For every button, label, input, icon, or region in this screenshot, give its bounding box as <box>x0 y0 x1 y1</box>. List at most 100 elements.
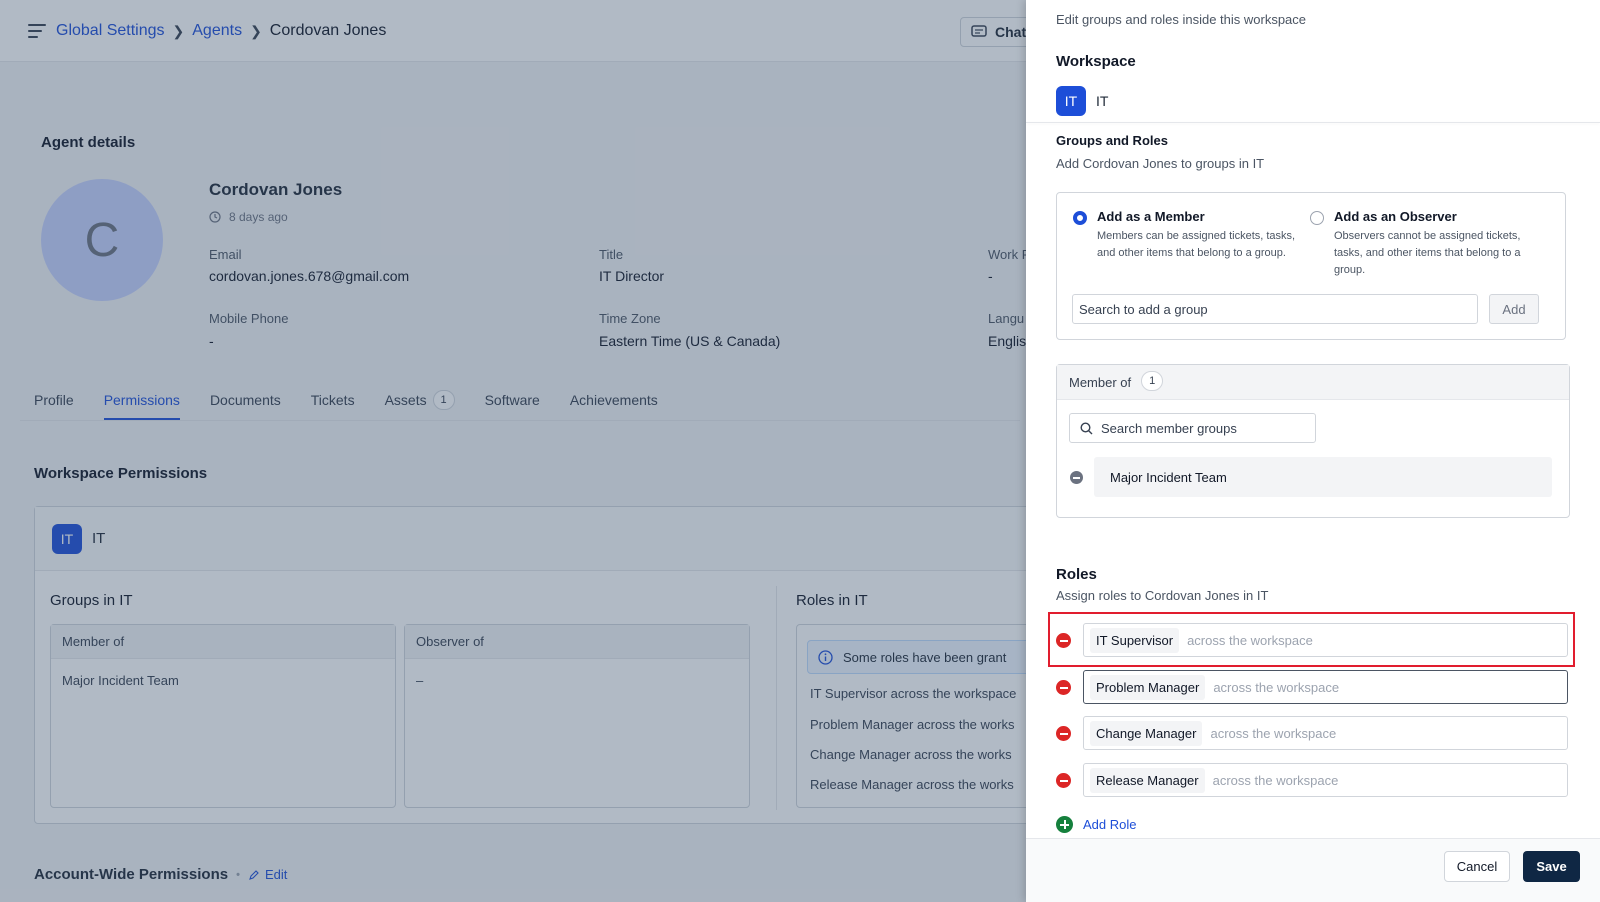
cancel-button[interactable]: Cancel <box>1444 851 1510 882</box>
role-line: IT Supervisor across the workspace <box>810 686 1017 701</box>
member-group-item: Major Incident Team <box>1094 457 1552 497</box>
member-count-badge: 1 <box>1141 371 1164 391</box>
member-option-title: Add as a Member <box>1097 209 1205 224</box>
role-chip: Change Manager <box>1090 720 1203 746</box>
tab-label: Profile <box>34 392 74 408</box>
edit-label: Edit <box>264 867 288 882</box>
tab-software[interactable]: Software <box>485 380 540 420</box>
info-icon <box>818 649 833 665</box>
workspace-name: IT <box>1096 93 1109 109</box>
language-value: Englis <box>988 333 1027 349</box>
menu-icon[interactable] <box>28 24 46 38</box>
roles-info-banner: Some roles have been grant <box>807 640 1047 674</box>
member-search-input[interactable]: Search member groups <box>1069 413 1316 443</box>
role-input[interactable]: Release Manager across the workspace <box>1083 763 1568 797</box>
remove-role-icon[interactable] <box>1056 680 1071 695</box>
role-row: Change Manager across the workspace <box>1056 716 1568 750</box>
role-chip: Release Manager <box>1090 767 1205 793</box>
timezone-label: Time Zone <box>599 311 661 326</box>
breadcrumb-global-settings[interactable]: Global Settings <box>56 22 165 40</box>
role-input[interactable]: IT Supervisor across the workspace <box>1083 623 1568 657</box>
chevron-right-icon: ❯ <box>172 22 185 39</box>
roles-title: Roles <box>1056 566 1097 583</box>
role-scope: across the workspace <box>1213 679 1340 695</box>
workspace-title: Workspace <box>1056 53 1136 70</box>
member-of-label: Member of <box>1069 374 1132 390</box>
role-row: Problem Manager across the workspace <box>1056 670 1568 704</box>
edit-account-permissions-link[interactable]: Edit <box>248 867 287 882</box>
remove-role-icon[interactable] <box>1056 726 1071 741</box>
tab-profile[interactable]: Profile <box>34 380 74 420</box>
observer-of-header: Observer of <box>405 625 749 659</box>
workspace-permissions-title: Workspace Permissions <box>34 465 208 482</box>
remove-role-icon[interactable] <box>1056 633 1071 648</box>
role-scope: across the workspace <box>1210 725 1337 741</box>
account-wide-permissions: Account-Wide Permissions • Edit <box>34 866 287 883</box>
role-scope: across the workspace <box>1212 772 1339 788</box>
agent-details-title: Agent details <box>41 134 136 151</box>
role-line: Problem Manager across the works <box>810 717 1015 732</box>
role-input[interactable]: Problem Manager across the workspace <box>1083 670 1568 704</box>
remove-role-icon[interactable] <box>1056 773 1071 788</box>
add-role-button[interactable]: Add Role <box>1056 816 1136 833</box>
tab-label: Achievements <box>569 392 658 408</box>
chat-label: Chat <box>995 24 1027 40</box>
tab-achievements[interactable]: Achievements <box>570 380 658 420</box>
observer-option-desc: Observers cannot be assigned tickets, ta… <box>1334 230 1521 276</box>
panel-footer: Cancel Save <box>1026 838 1600 902</box>
tab-permissions[interactable]: Permissions <box>103 380 180 420</box>
member-radio[interactable] <box>1073 211 1087 225</box>
member-of-panel: Member of 1 Search member groups Major I… <box>1056 364 1570 518</box>
title-value: IT Director <box>599 268 665 284</box>
workspace-badge: IT <box>1056 86 1086 116</box>
remove-group-icon[interactable] <box>1070 471 1083 484</box>
workspace-divider <box>1026 122 1600 123</box>
member-of-header: Member of <box>51 625 395 659</box>
workspace-row: IT IT <box>1056 86 1108 116</box>
tab-label: Permissions <box>103 392 180 408</box>
observer-option[interactable]: Add as an Observer Observers cannot be a… <box>1310 209 1545 279</box>
avatar: C <box>41 179 163 301</box>
breadcrumb-current: Cordovan Jones <box>269 22 387 39</box>
language-label: Langu <box>988 311 1025 326</box>
panel-intro: Edit groups and roles inside this worksp… <box>1056 12 1307 27</box>
workspace-name: IT <box>92 530 106 547</box>
clock-icon <box>209 211 221 223</box>
assets-count-badge: 1 <box>432 390 455 410</box>
workspace-card-header: IT IT <box>35 507 1033 571</box>
breadcrumb: Global Settings ❯ Agents ❯ Cordovan Jone… <box>56 22 386 40</box>
title-label: Title <box>599 247 624 262</box>
account-wide-title: Account-Wide Permissions <box>34 866 229 883</box>
groups-roles-title: Groups and Roles <box>1056 133 1168 148</box>
member-option[interactable]: Add as a Member Members can be assigned … <box>1073 209 1308 262</box>
mobile-value: - <box>209 333 214 349</box>
roles-in-it-title: Roles in IT <box>796 592 868 609</box>
tab-label: Software <box>484 392 540 408</box>
pencil-icon <box>249 869 259 880</box>
role-chip: Problem Manager <box>1090 674 1206 700</box>
tab-documents[interactable]: Documents <box>210 380 281 420</box>
last-seen: 8 days ago <box>209 210 288 224</box>
member-option-desc: Members can be assigned tickets, tasks, … <box>1097 230 1296 259</box>
observer-radio[interactable] <box>1310 211 1324 225</box>
role-line: Release Manager across the works <box>810 777 1014 792</box>
breadcrumb-agents[interactable]: Agents <box>192 22 242 40</box>
save-button[interactable]: Save <box>1523 851 1580 882</box>
workspace-badge: IT <box>52 523 82 554</box>
agent-name: Cordovan Jones <box>209 180 343 199</box>
group-search-input[interactable]: Search to add a group <box>1072 294 1478 324</box>
work-phone-value: - <box>988 268 993 284</box>
column-divider <box>776 586 777 810</box>
tabs-divider <box>20 420 1020 421</box>
groups-roles-subtitle: Add Cordovan Jones to groups in IT <box>1056 156 1265 171</box>
tab-label: Documents <box>209 392 281 408</box>
tab-tickets[interactable]: Tickets <box>311 380 355 420</box>
role-input[interactable]: Change Manager across the workspace <box>1083 716 1568 750</box>
member-search-placeholder: Search member groups <box>1101 420 1237 436</box>
role-row: Release Manager across the workspace <box>1056 763 1568 797</box>
info-text: Some roles have been grant <box>843 649 1007 665</box>
add-group-button[interactable]: Add <box>1489 294 1539 324</box>
groups-in-it-title: Groups in IT <box>50 592 133 609</box>
mobile-label: Mobile Phone <box>209 311 289 326</box>
tab-assets[interactable]: Assets 1 <box>385 380 455 420</box>
